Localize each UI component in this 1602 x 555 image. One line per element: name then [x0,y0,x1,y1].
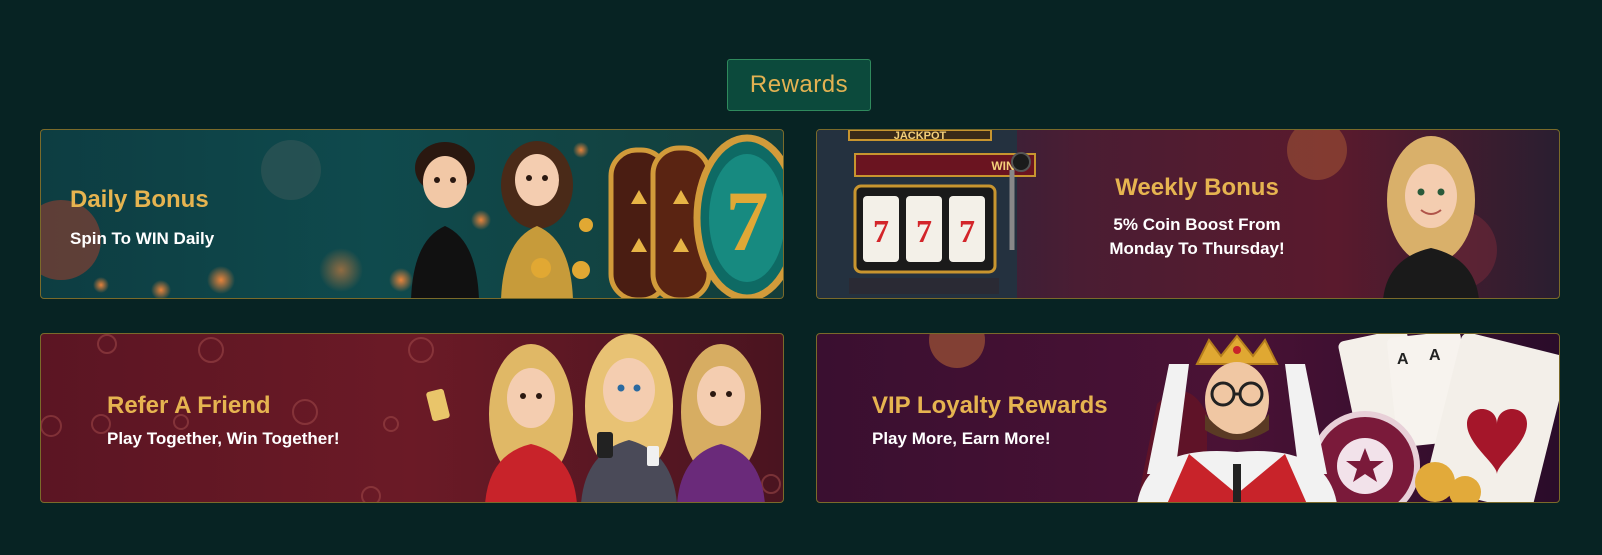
card-subtitle-line1: 5% Coin Boost From [1113,215,1281,234]
daily-bonus-card[interactable]: 7 Daily Bonus Spin To WIN Daily [40,129,784,299]
woman-figure [1383,136,1479,298]
card-title: VIP Loyalty Rewards [872,392,1108,419]
card-title: Refer A Friend [107,392,271,419]
svg-text:7: 7 [959,213,975,249]
slot-reels-icon: 7 [608,134,783,298]
vip-loyalty-card[interactable]: A A VIP Loyalty Rewards Play More, Earn … [816,333,1560,503]
card-subtitle: Spin To WIN Daily [70,229,215,248]
card-subtitle: Play More, Earn More! [872,429,1051,448]
refer-friend-card[interactable]: Refer A Friend Play Together, Win Togeth… [40,333,784,503]
vip-man-figure [1137,334,1337,502]
daily-bonus-art: 7 [41,134,783,298]
svg-text:A: A [1397,351,1409,368]
card-title: Weekly Bonus [1115,174,1279,201]
friends-group [426,334,765,502]
svg-text:7: 7 [873,213,889,249]
card-subtitle: Play Together, Win Together! [107,429,340,448]
card-title: Daily Bonus [70,186,209,213]
weekly-bonus-card[interactable]: JACKPOT WINS 7 7 7 Weekly Bonus 5% Coin … [816,129,1560,299]
svg-text:7: 7 [726,173,769,269]
woman-figure [411,142,479,298]
slot-machine-icon: JACKPOT WINS 7 7 7 [817,130,1036,298]
section-title: Rewards [727,59,871,111]
svg-text:A: A [1429,347,1441,364]
svg-text:7: 7 [916,213,932,249]
card-subtitle-line2: Monday To Thursday! [1109,239,1285,258]
jackpot-sign: JACKPOT [894,130,947,142]
